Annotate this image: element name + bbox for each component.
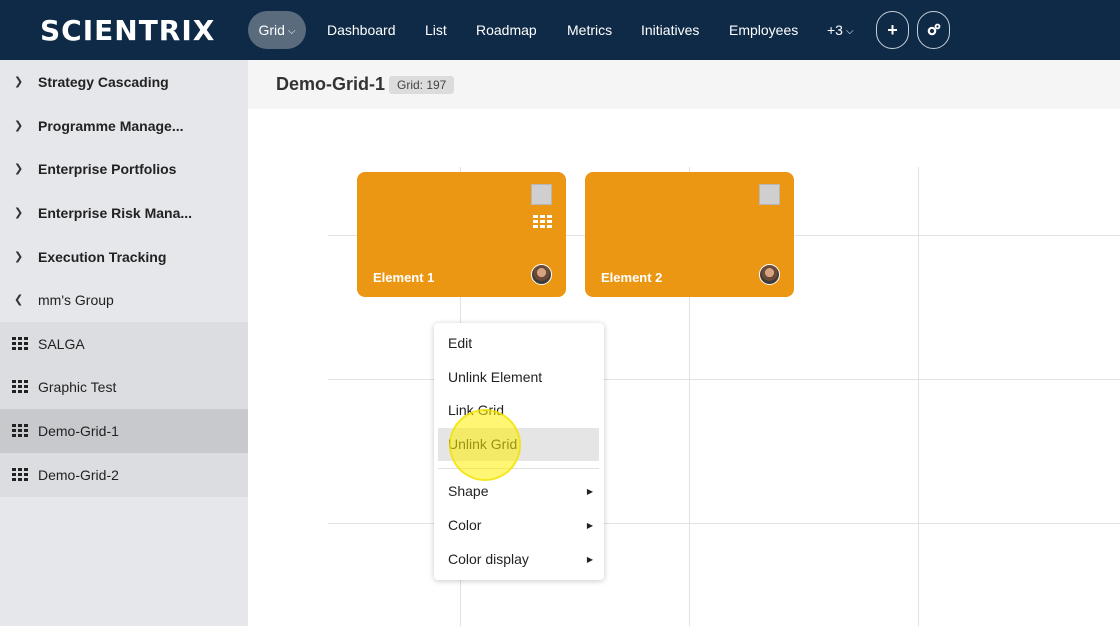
settings-button[interactable] — [917, 11, 950, 49]
nav-grid-label: Grid — [258, 22, 285, 38]
cogs-icon — [927, 23, 940, 36]
sidebar-grid-demo-grid-2[interactable]: Demo-Grid-2 — [0, 453, 248, 497]
element-name: Element 2 — [601, 270, 663, 285]
nav-roadmap[interactable]: Roadmap — [476, 11, 537, 49]
sidebar: ❯ Strategy Cascading ❯ Programme Manage.… — [0, 60, 248, 626]
element-card-2[interactable]: Element 2 — [585, 172, 794, 297]
element-checkbox[interactable] — [759, 184, 780, 205]
add-button[interactable]: + — [876, 11, 909, 49]
menu-item-label: Shape — [448, 483, 489, 499]
nav-initiatives[interactable]: Initiatives — [641, 11, 699, 49]
element-name: Element 1 — [373, 270, 435, 285]
nav-metrics[interactable]: Metrics — [567, 11, 612, 49]
grid-icon — [12, 468, 28, 482]
sidebar-group-label: Enterprise Risk Mana... — [38, 205, 193, 221]
sidebar-group-programme-management[interactable]: ❯ Programme Manage... — [0, 104, 248, 148]
grid-canvas[interactable]: Element 1 Element 2 — [248, 109, 1120, 626]
nav-dashboard[interactable]: Dashboard — [327, 11, 396, 49]
menu-item-shape[interactable]: Shape ▶ — [438, 475, 599, 508]
menu-item-edit[interactable]: Edit — [438, 327, 599, 360]
sidebar-group-label: Execution Tracking — [38, 249, 167, 265]
element-checkbox[interactable] — [531, 184, 552, 205]
grid-icon — [12, 380, 28, 394]
sidebar-grid-label: Graphic Test — [38, 379, 117, 395]
sidebar-grid-demo-grid-1[interactable]: Demo-Grid-1 — [0, 409, 248, 453]
nav-list[interactable]: List — [425, 11, 447, 49]
chevron-up-icon: ❮ — [14, 294, 24, 306]
grid-icon — [12, 424, 28, 438]
grid-id-badge: Grid: 197 — [389, 76, 455, 94]
menu-item-color[interactable]: Color ▶ — [438, 509, 599, 542]
sidebar-group-label: Enterprise Portfolios — [38, 161, 177, 177]
top-navbar: SCIENTRIX Grid ⌵ Dashboard List Roadmap M… — [0, 0, 1120, 60]
sidebar-group-execution-tracking[interactable]: ❯ Execution Tracking — [0, 235, 248, 279]
chevron-down-icon: ❯ — [14, 251, 24, 263]
sidebar-group-label: mm's Group — [38, 292, 114, 308]
sidebar-grid-label: Demo-Grid-2 — [38, 467, 119, 483]
caret-right-icon: ▶ — [586, 555, 593, 564]
caret-right-icon: ▶ — [586, 521, 593, 530]
sidebar-group-enterprise-portfolios[interactable]: ❯ Enterprise Portfolios — [0, 147, 248, 191]
menu-item-label: Color display — [448, 551, 529, 567]
chevron-down-icon: ❯ — [14, 120, 24, 132]
linked-grid-icon[interactable] — [533, 215, 552, 229]
menu-item-unlink-grid[interactable]: Unlink Grid — [438, 428, 599, 461]
menu-divider — [438, 468, 599, 469]
avatar[interactable] — [531, 264, 552, 285]
chevron-down-icon: ❯ — [14, 163, 24, 175]
sidebar-group-label: Strategy Cascading — [38, 74, 169, 90]
grid-icon — [12, 337, 28, 351]
chevron-down-icon: ❯ — [14, 76, 24, 88]
sidebar-grid-label: Demo-Grid-1 — [38, 423, 119, 439]
sidebar-group-mms-group[interactable]: ❮ mm's Group — [0, 278, 248, 322]
sidebar-grid-label: SALGA — [38, 336, 85, 352]
menu-item-label: Color — [448, 517, 482, 533]
nav-more-label: +3 — [827, 22, 843, 38]
context-menu: Edit Unlink Element Link Grid Unlink Gri… — [434, 323, 604, 580]
sidebar-grid-salga[interactable]: SALGA — [0, 322, 248, 366]
page-header: Demo-Grid-1 Grid: 197 — [248, 60, 1120, 109]
chevron-down-icon: ⌵ — [287, 26, 296, 37]
nav-grid-dropdown[interactable]: Grid ⌵ — [248, 11, 306, 49]
avatar[interactable] — [759, 264, 780, 285]
page-title: Demo-Grid-1 — [276, 74, 386, 94]
caret-right-icon: ▶ — [586, 487, 593, 496]
sidebar-grid-graphic-test[interactable]: Graphic Test — [0, 365, 248, 409]
menu-item-unlink-element[interactable]: Unlink Element — [438, 361, 599, 394]
chevron-down-icon: ⌵ — [845, 26, 854, 37]
menu-item-color-display[interactable]: Color display ▶ — [438, 543, 599, 576]
app-logo[interactable]: SCIENTRIX — [40, 14, 215, 47]
chevron-down-icon: ❯ — [14, 207, 24, 219]
nav-more-dropdown[interactable]: +3 ⌵ — [827, 11, 854, 49]
nav-employees[interactable]: Employees — [729, 11, 798, 49]
menu-item-link-grid[interactable]: Link Grid — [438, 394, 599, 427]
sidebar-group-label: Programme Manage... — [38, 118, 184, 134]
sidebar-group-strategy-cascading[interactable]: ❯ Strategy Cascading — [0, 60, 248, 104]
element-card-1[interactable]: Element 1 — [357, 172, 566, 297]
plus-icon: + — [887, 20, 898, 40]
sidebar-group-enterprise-risk[interactable]: ❯ Enterprise Risk Mana... — [0, 191, 248, 235]
